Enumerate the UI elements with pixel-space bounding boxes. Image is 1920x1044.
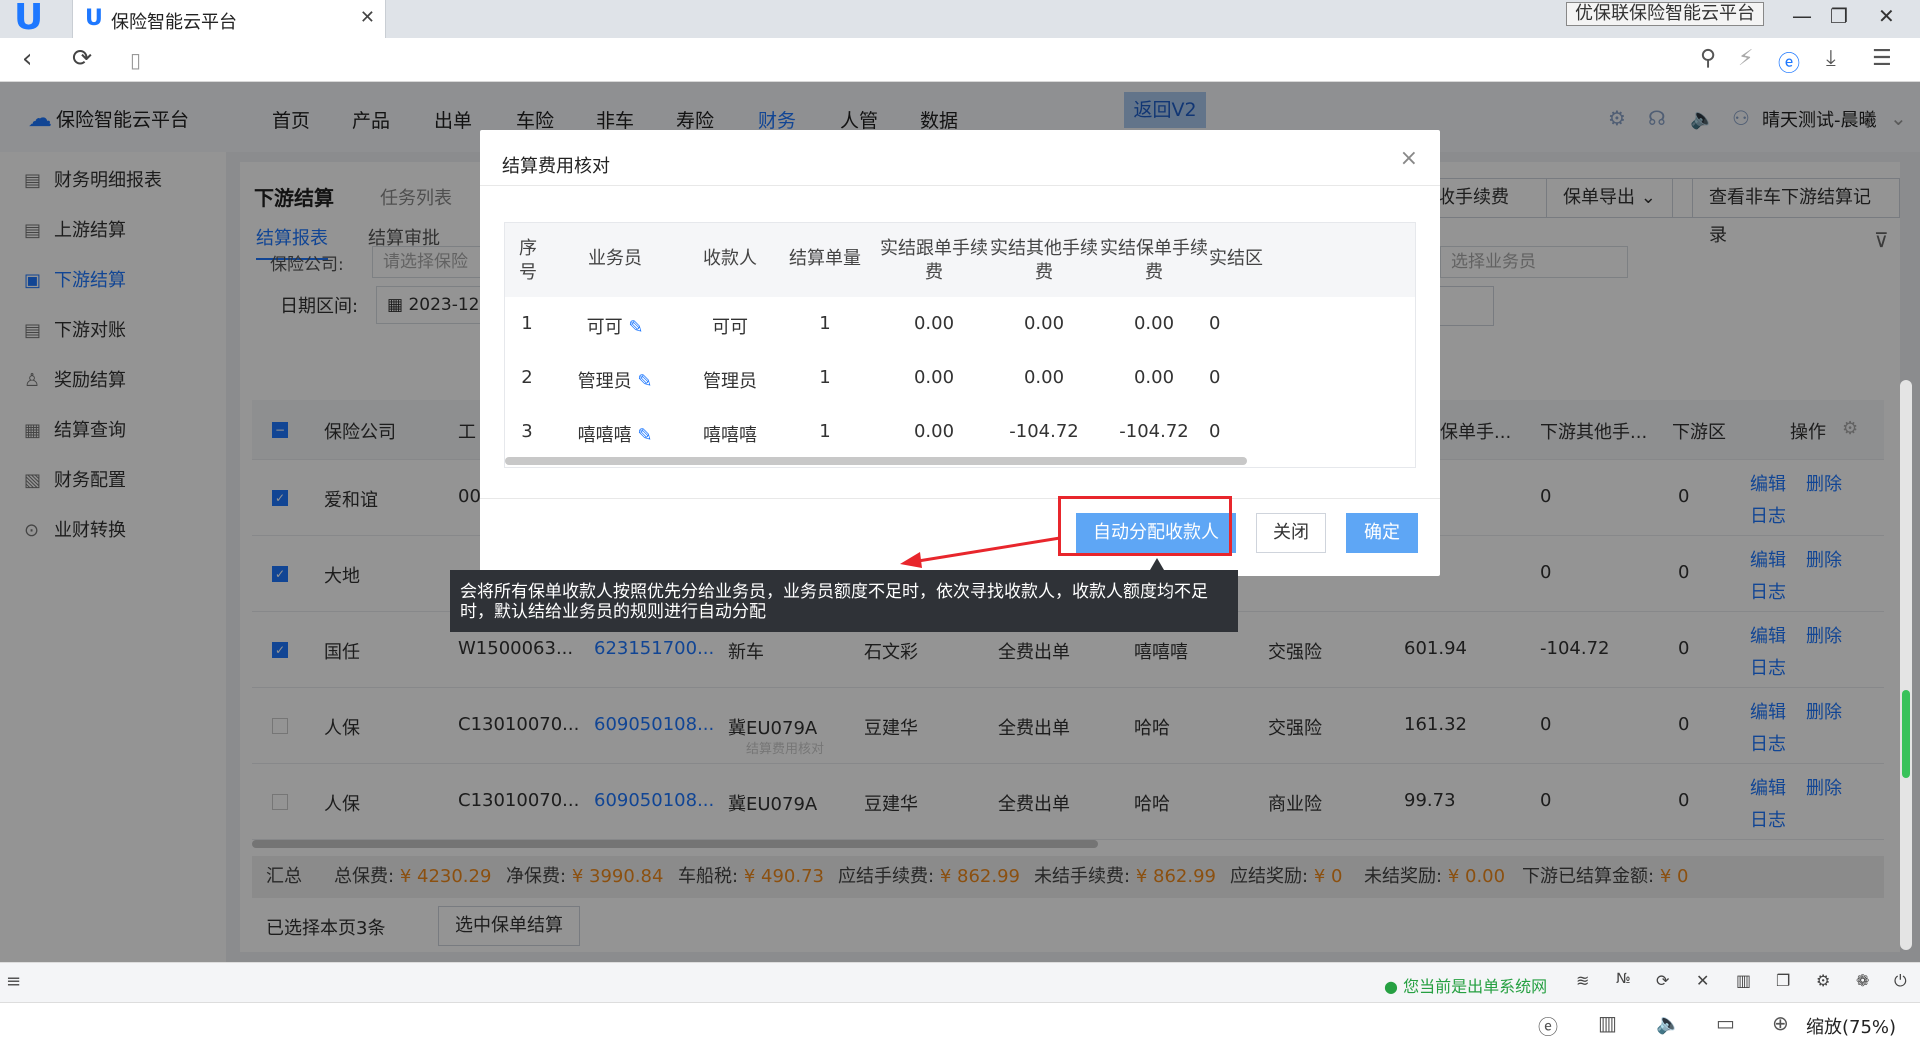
paw-icon[interactable]: ❁ xyxy=(1856,971,1869,990)
gear-icon[interactable]: ⚙ xyxy=(1816,971,1830,990)
header-count: 结算单量 xyxy=(789,248,861,269)
window-title: 优保联保险智能云平台 xyxy=(1566,2,1764,26)
minimize-icon[interactable]: — xyxy=(1792,4,1812,28)
cell-policy-fee: 0.00 xyxy=(1133,367,1175,388)
cell-follow-fee: 0.00 xyxy=(913,367,955,388)
window-icon[interactable]: ▭ xyxy=(1716,1011,1735,1035)
page-scrollbar[interactable] xyxy=(1900,380,1912,950)
dialog-table-scrollbar[interactable] xyxy=(505,457,1247,465)
dialog-row: 1 可可 ✎ 可可 1 0.00 0.00 0.00 0 xyxy=(505,297,1415,351)
tab-title: 保险智能云平台 xyxy=(111,12,237,33)
zoom-icon[interactable]: ⊕ xyxy=(1772,1011,1789,1035)
status-bar: ≡ ● 您当前是出单系统网 ≋ № ⟳ ✕ ▥ ❐ ⚙ ❁ ⏻ xyxy=(0,962,1920,1002)
cell-other-fee: 0.00 xyxy=(1023,313,1065,334)
status-indicator: ● 您当前是出单系统网 xyxy=(1384,973,1547,997)
header-follow-fee: 实结跟单手续费 xyxy=(880,238,988,283)
browser-titlebar: U U 保险智能云平台 ✕ 优保联保险智能云平台 — ❐ ✕ xyxy=(0,0,1920,38)
cell-follow-fee: 0.00 xyxy=(913,421,955,442)
browser-bottom-bar: ⓔ ▥ 🔈 ▭ ⊕ 缩放(75%) xyxy=(0,1002,1920,1044)
x-icon[interactable]: ✕ xyxy=(1696,971,1709,990)
highlight-box xyxy=(1058,496,1232,556)
volume-icon[interactable]: 🔈 xyxy=(1656,1011,1681,1035)
dialog-title: 结算费用核对 xyxy=(502,156,610,177)
address-bar: ‹ ⟳ ▯ ⚲ ⚡ ⓔ ⤓ ☰ xyxy=(0,38,1920,82)
edit-icon[interactable]: ✎ xyxy=(637,425,652,446)
header-other-fee: 实结其他手续费 xyxy=(990,238,1098,283)
header-no: 序号 xyxy=(519,238,537,283)
cell-no: 3 xyxy=(521,421,533,442)
cell-salesman: 可可 ✎ xyxy=(565,313,665,339)
dialog-table-header: 序号 业务员 收款人 结算单量 实结跟单手续费 实结其他手续费 实结保单手续费 … xyxy=(505,223,1415,297)
restore-icon[interactable]: ❐ xyxy=(1830,4,1848,28)
header-salesman: 业务员 xyxy=(588,248,642,269)
cell-salesman: 嘻嘻嘻 ✎ xyxy=(565,421,665,447)
tab-close-icon[interactable]: ✕ xyxy=(360,7,375,28)
tab-favicon-icon: U xyxy=(85,6,103,31)
page-scrollbar-thumb[interactable] xyxy=(1902,690,1910,778)
zoom-level[interactable]: 缩放(75%) xyxy=(1806,1013,1896,1039)
cell-region: 0 xyxy=(1209,421,1221,442)
wifi-icon: ≋ xyxy=(1576,971,1590,990)
dialog-row: 3 嘻嘻嘻 ✎ 嘻嘻嘻 1 0.00 -104.72 -104.72 0 xyxy=(505,405,1415,459)
cell-count: 1 xyxy=(819,313,831,334)
cell-no: 2 xyxy=(521,367,533,388)
cell-other-fee: -104.72 xyxy=(1009,421,1079,442)
check-circle-icon: ● xyxy=(1384,977,1398,996)
cell-other-fee: 0.00 xyxy=(1023,367,1065,388)
annotation-arrow xyxy=(900,536,1061,568)
cell-follow-fee: 0.00 xyxy=(913,313,955,334)
confirm-button[interactable]: 确定 xyxy=(1346,513,1418,553)
cell-policy-fee: 0.00 xyxy=(1133,313,1175,334)
close-icon[interactable]: × xyxy=(1400,146,1418,171)
search-icon[interactable]: ⚲ xyxy=(1700,46,1716,71)
back-icon[interactable]: ‹ xyxy=(22,44,32,74)
settle-fee-check-dialog: 结算费用核对 × 序号 业务员 收款人 结算单量 实结跟单手续费 实结其他手续费… xyxy=(480,130,1440,576)
tooltip: 会将所有保单收款人按照优先分给业务员，业务员额度不足时，依次寻找收款人，收款人额… xyxy=(450,570,1238,632)
menu-icon[interactable]: ☰ xyxy=(1872,46,1892,71)
salesman-name: 嘻嘻嘻 xyxy=(577,425,632,446)
cell-region: 0 xyxy=(1209,367,1221,388)
close-window-icon[interactable]: ✕ xyxy=(1878,4,1895,28)
cell-count: 1 xyxy=(819,421,831,442)
cell-salesman: 管理员 ✎ xyxy=(565,367,665,393)
cell-count: 1 xyxy=(819,367,831,388)
cell-region: 0 xyxy=(1209,313,1221,334)
ie-mode-icon[interactable]: ⓔ xyxy=(1538,1011,1558,1040)
tooltip-caret xyxy=(1150,558,1164,570)
ie-icon[interactable]: ⓔ xyxy=(1778,46,1800,78)
dialog-row: 2 管理员 ✎ 管理员 1 0.00 0.00 0.00 0 xyxy=(505,351,1415,405)
edit-icon[interactable]: ✎ xyxy=(628,317,643,338)
hamburger-icon[interactable]: ≡ xyxy=(6,971,21,992)
delete-icon[interactable]: ▥ xyxy=(1598,1011,1617,1035)
power-icon[interactable]: ⏻ xyxy=(1894,971,1907,991)
status-text: 您当前是出单系统网 xyxy=(1403,977,1548,996)
salesman-name: 管理员 xyxy=(577,371,632,392)
header-policy-fee: 实结保单手续费 xyxy=(1100,238,1208,283)
dialog-table: 序号 业务员 收款人 结算单量 实结跟单手续费 实结其他手续费 实结保单手续费 … xyxy=(504,222,1416,468)
cell-policy-fee: -104.72 xyxy=(1119,421,1189,442)
refresh-icon[interactable]: ⟳ xyxy=(72,44,92,72)
header-region: 实结区 xyxy=(1209,248,1263,269)
cell-no: 1 xyxy=(521,313,533,334)
browser-tab[interactable]: U 保险智能云平台 ✕ xyxy=(72,0,386,38)
salesman-name: 可可 xyxy=(586,317,623,338)
page-icon: ▯ xyxy=(130,48,142,72)
dialog-header: 结算费用核对 × xyxy=(480,130,1440,186)
number-icon[interactable]: № xyxy=(1616,971,1631,987)
copy-icon[interactable]: ❐ xyxy=(1776,971,1790,990)
sync-icon[interactable]: ⟳ xyxy=(1656,971,1669,990)
download-icon[interactable]: ⤓ xyxy=(1826,46,1836,71)
browser-logo-icon[interactable]: U xyxy=(14,0,64,38)
edit-icon[interactable]: ✎ xyxy=(637,371,652,392)
trash-icon[interactable]: ▥ xyxy=(1736,971,1751,990)
close-button[interactable]: 关闭 xyxy=(1256,513,1326,553)
lightning-icon[interactable]: ⚡ xyxy=(1738,46,1753,71)
